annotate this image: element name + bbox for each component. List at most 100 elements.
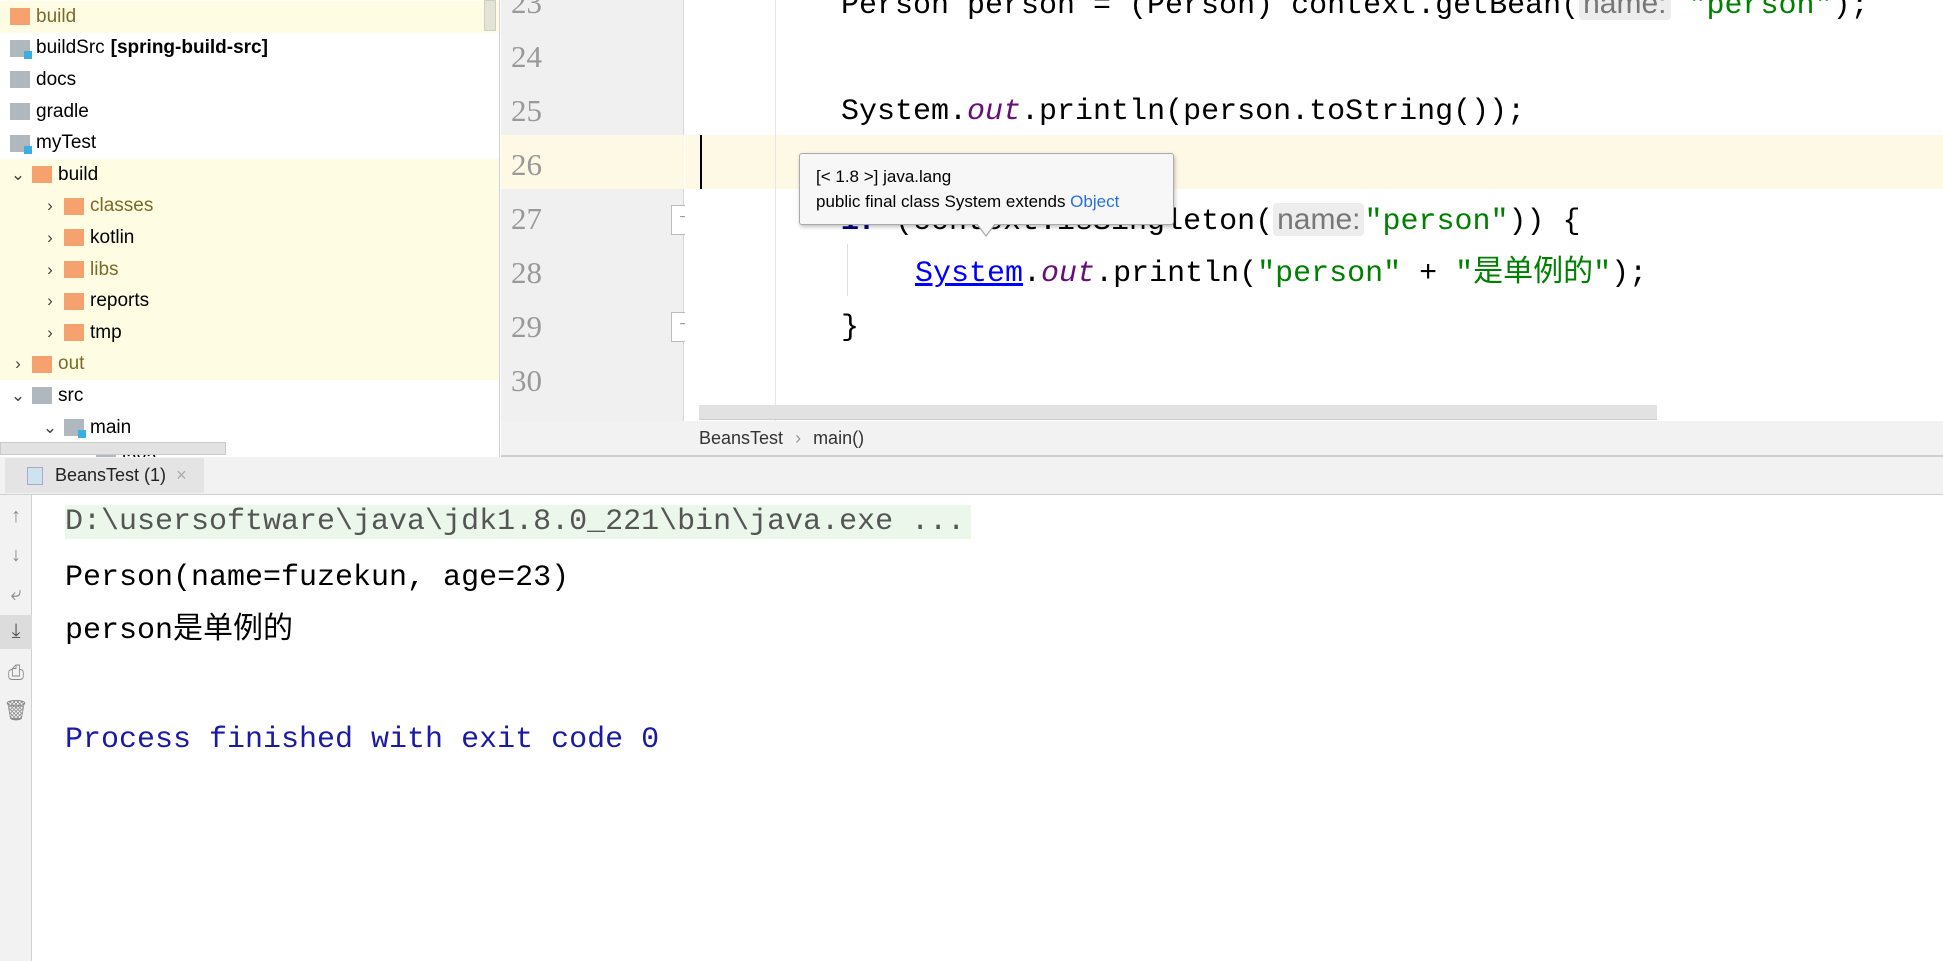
code-line-23[interactable]: Person person = (Person) context.getBean… bbox=[841, 0, 1869, 33]
tree-item-tmp[interactable]: › tmp bbox=[0, 317, 499, 349]
indent-guide-inner bbox=[847, 244, 848, 296]
chevron-right-icon[interactable]: › bbox=[42, 323, 58, 343]
quick-doc-tooltip: [< 1.8 >] java.lang public final class S… bbox=[799, 153, 1174, 225]
tree-item-gradle[interactable]: gradle bbox=[0, 96, 499, 128]
soft-wrap-icon[interactable]: ⤶ bbox=[0, 578, 32, 610]
breadcrumb-file[interactable]: BeansTest bbox=[699, 428, 783, 449]
tooltip-arrow bbox=[976, 223, 996, 237]
print-icon[interactable]: ⎙ bbox=[0, 657, 32, 689]
run-config-icon bbox=[27, 466, 43, 485]
breadcrumb: BeansTest › main() bbox=[501, 421, 1943, 457]
tree-item-out[interactable]: › out bbox=[0, 348, 499, 381]
tree-horizontal-scrollbar[interactable] bbox=[0, 442, 226, 455]
tooltip-package: [< 1.8 >] java.lang bbox=[816, 167, 952, 186]
tree-item-kotlin[interactable]: › kotlin bbox=[0, 222, 499, 254]
tree-item-label: docs bbox=[36, 68, 77, 90]
code-line-25[interactable]: System.out.println(person.toString()); bbox=[841, 85, 1525, 139]
line-number: 27 bbox=[511, 201, 542, 236]
code-text: ); bbox=[1832, 0, 1869, 23]
arrow-down-icon[interactable]: ↓ bbox=[0, 539, 32, 571]
folder-icon bbox=[10, 103, 30, 121]
tree-item-classes[interactable]: › classes bbox=[0, 190, 499, 223]
line-number: 23 bbox=[511, 0, 542, 20]
module-folder-icon bbox=[10, 134, 32, 154]
line-number: 25 bbox=[511, 93, 542, 128]
chevron-right-icon[interactable]: › bbox=[10, 354, 26, 374]
tree-item-src[interactable]: ⌄ src bbox=[0, 380, 499, 412]
tree-item-myTest[interactable]: myTest bbox=[0, 127, 499, 159]
console-line: Person(name=fuzekun, age=23) bbox=[65, 561, 570, 595]
module-folder-icon bbox=[10, 39, 32, 59]
tooltip-object-link[interactable]: Object bbox=[1070, 192, 1119, 211]
arrow-up-icon[interactable]: ↑ bbox=[0, 500, 32, 532]
tooltip-signature: public final class System extends Object bbox=[816, 189, 1157, 214]
tree-item-main[interactable]: ⌄ main bbox=[0, 412, 499, 444]
string-literal: "person" bbox=[1257, 257, 1402, 291]
chevron-right-icon[interactable]: › bbox=[42, 260, 58, 280]
tree-item-label: classes bbox=[90, 195, 154, 217]
run-tab-label: BeansTest (1) bbox=[55, 465, 167, 485]
folder-icon bbox=[32, 166, 52, 184]
param-hint: name: bbox=[1273, 203, 1365, 236]
tree-item-build[interactable]: build bbox=[0, 1, 499, 33]
run-tab-beanstest[interactable]: BeansTest (1) × bbox=[5, 458, 204, 493]
line-number: 30 bbox=[511, 363, 542, 398]
folder-icon bbox=[64, 229, 84, 247]
console-exit-message: Process finished with exit code 0 bbox=[65, 723, 660, 757]
code-text: )) { bbox=[1508, 205, 1581, 239]
tree-item-buildSrc[interactable]: buildSrc [spring-build-src] bbox=[0, 33, 499, 65]
tree-item-reports[interactable]: › reports bbox=[0, 285, 499, 317]
tree-item-libs[interactable]: › libs bbox=[0, 253, 499, 286]
line-number: 28 bbox=[511, 255, 542, 290]
tree-item-label: gradle bbox=[36, 100, 89, 122]
tree-item-docs[interactable]: docs bbox=[0, 64, 499, 96]
tree-item-label: reports bbox=[90, 290, 150, 312]
code-text: Person person = (Person) context.getBean… bbox=[841, 0, 1580, 23]
tree-item-label: build bbox=[36, 5, 77, 27]
tree-item-label: buildSrc bbox=[36, 37, 105, 59]
chevron-right-icon[interactable]: › bbox=[42, 196, 58, 216]
chevron-down-icon[interactable]: ⌄ bbox=[10, 165, 26, 185]
editor-horizontal-scrollbar[interactable] bbox=[699, 405, 1657, 420]
console-command-line: D:\usersoftware\java\jdk1.8.0_221\bin\ja… bbox=[65, 505, 972, 539]
chevron-down-icon[interactable]: ⌄ bbox=[10, 386, 26, 406]
code-line-28[interactable]: System.out.println("person" + "是单例的"); bbox=[915, 247, 1647, 301]
tree-item-label: tmp bbox=[90, 321, 122, 343]
string-literal: "person" bbox=[1364, 205, 1509, 239]
close-icon[interactable]: × bbox=[176, 465, 187, 486]
project-tree: ⌄java⌄main⌄src›out›tmp›reports›libs›kotl… bbox=[0, 0, 500, 457]
console-toolbar: ↑ ↓ ⤶ ⤓ ⎙ 🗑 bbox=[0, 495, 32, 961]
console-output[interactable]: D:\usersoftware\java\jdk1.8.0_221\bin\ja… bbox=[33, 495, 1943, 961]
indent-guide bbox=[775, 0, 776, 421]
run-tab-bar: BeansTest (1) × bbox=[0, 457, 1943, 495]
code-text: .println(person.toString()); bbox=[1021, 95, 1526, 129]
tree-item-label: main bbox=[90, 416, 132, 438]
module-folder-icon bbox=[64, 419, 86, 439]
folder-icon bbox=[32, 387, 52, 405]
tree-item-build[interactable]: ⌄ build bbox=[0, 159, 499, 191]
string-literal: "person" bbox=[1688, 0, 1833, 23]
tree-scrollbar[interactable] bbox=[484, 0, 496, 31]
tooltip-text: public final class System extends bbox=[816, 192, 1071, 211]
folder-icon bbox=[64, 324, 84, 342]
text-caret bbox=[700, 135, 702, 189]
trash-icon[interactable]: 🗑 bbox=[0, 695, 32, 727]
code-line-29[interactable]: } bbox=[841, 301, 859, 355]
console-line: person是单例的 bbox=[65, 614, 294, 648]
line-number: 29 bbox=[511, 309, 542, 344]
param-hint: name: bbox=[1579, 0, 1671, 20]
tree-item-label: out bbox=[58, 353, 85, 375]
code-text: System. bbox=[841, 95, 968, 129]
class-link[interactable]: System bbox=[915, 257, 1023, 291]
tree-item-label: myTest bbox=[36, 132, 97, 154]
chevron-right-icon[interactable]: › bbox=[42, 291, 58, 311]
line-number: 24 bbox=[511, 39, 542, 74]
chevron-down-icon[interactable]: ⌄ bbox=[42, 418, 58, 438]
breadcrumb-method[interactable]: main() bbox=[813, 428, 864, 449]
tree-item-label: build bbox=[58, 163, 99, 185]
line-number: 26 bbox=[511, 147, 542, 182]
scroll-to-end-icon[interactable]: ⤓ bbox=[0, 615, 32, 649]
chevron-right-icon[interactable]: › bbox=[42, 228, 58, 248]
code-text: ); bbox=[1611, 257, 1648, 291]
tree-item-label: kotlin bbox=[90, 226, 135, 248]
